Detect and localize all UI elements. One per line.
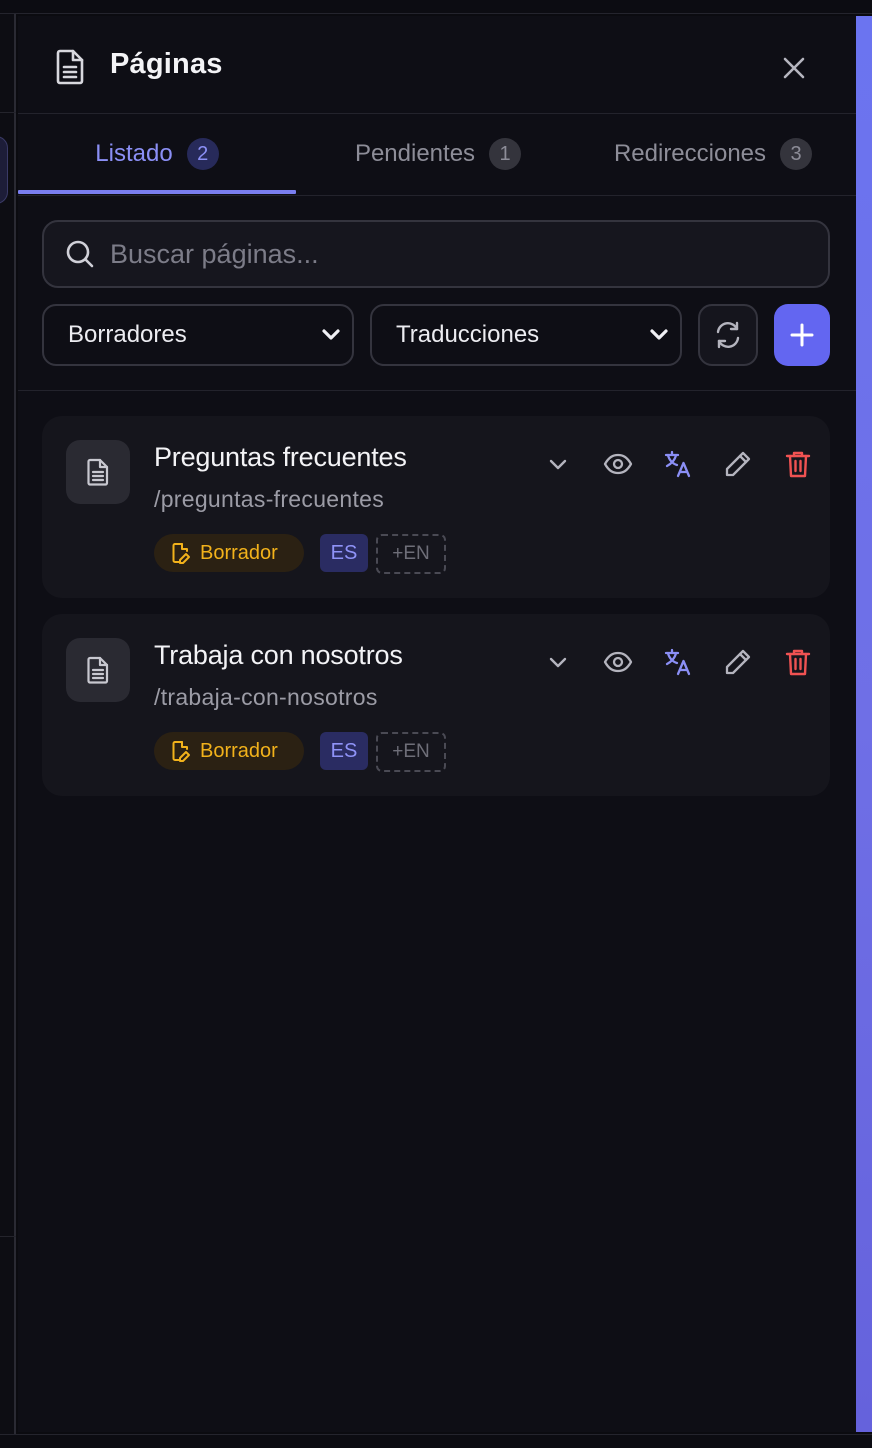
- file-text-icon: [87, 656, 109, 684]
- translate-icon: [664, 648, 691, 676]
- delete-button[interactable]: [780, 644, 816, 680]
- background-divider: [0, 1236, 16, 1237]
- preview-button[interactable]: [600, 644, 636, 680]
- translations-filter-select[interactable]: Traducciones: [370, 304, 682, 366]
- page-slug: /preguntas-frecuentes: [154, 486, 385, 512]
- page-title[interactable]: Preguntas frecuentes: [154, 442, 407, 473]
- status-label: Borrador: [200, 541, 278, 564]
- expand-button[interactable]: [540, 644, 576, 680]
- search-box: [42, 220, 830, 288]
- refresh-icon: [716, 321, 740, 349]
- trash-icon: [785, 451, 811, 478]
- add-language-en-button[interactable]: +EN: [376, 534, 446, 574]
- tab-label: Pendientes: [354, 140, 476, 167]
- translate-icon: [664, 450, 691, 478]
- section-divider: [18, 390, 856, 391]
- language-badge-es[interactable]: ES: [320, 534, 368, 572]
- chevron-down-icon: [650, 329, 668, 340]
- add-page-button[interactable]: [774, 304, 830, 366]
- add-language-en-button[interactable]: +EN: [376, 732, 446, 772]
- status-badge: Borrador: [154, 534, 304, 572]
- search-input[interactable]: [110, 238, 828, 270]
- refresh-button[interactable]: [698, 304, 758, 366]
- file-text-icon: [56, 49, 84, 85]
- pencil-icon: [725, 451, 751, 477]
- accent-strip: [856, 16, 872, 1432]
- edit-button[interactable]: [720, 446, 756, 482]
- page-card: Preguntas frecuentes /preguntas-frecuent…: [42, 416, 830, 598]
- tab-label: Redirecciones: [613, 140, 767, 167]
- chevron-down-icon: [322, 329, 340, 340]
- page-thumbnail: [66, 638, 130, 702]
- search-icon: [66, 240, 94, 268]
- page-title[interactable]: Trabaja con nosotros: [154, 640, 403, 671]
- tab-count-badge: 1: [489, 138, 522, 170]
- chevron-down-icon: [549, 459, 567, 470]
- app-top-bar: [0, 0, 872, 14]
- background-page: [0, 14, 16, 1434]
- eye-icon: [603, 453, 633, 475]
- panel-header: Páginas: [18, 16, 856, 114]
- eye-icon: [603, 651, 633, 673]
- tab-redirecciones[interactable]: Redirecciones 3: [578, 114, 848, 194]
- page-slug: /trabaja-con-nosotros: [154, 684, 378, 710]
- panel-title: Páginas: [110, 48, 223, 80]
- page-card: Trabaja con nosotros /trabaja-con-nosotr…: [42, 614, 830, 796]
- tab-pendientes[interactable]: Pendientes 1: [318, 114, 558, 194]
- background-active-item: [0, 136, 8, 204]
- file-edit-icon: [172, 543, 190, 564]
- status-badge: Borrador: [154, 732, 304, 770]
- select-value: Borradores: [68, 321, 187, 348]
- translate-button[interactable]: [660, 644, 696, 680]
- status-filter-select[interactable]: Borradores: [42, 304, 354, 366]
- language-badge-es[interactable]: ES: [320, 732, 368, 770]
- pages-panel: Páginas Listado 2 Pendientes 1 Redirecci…: [18, 16, 856, 1432]
- delete-button[interactable]: [780, 446, 816, 482]
- preview-button[interactable]: [600, 446, 636, 482]
- app-bottom-bar: [0, 1434, 872, 1448]
- tab-bar: Listado 2 Pendientes 1 Redirecciones 3: [18, 114, 856, 196]
- page-thumbnail: [66, 440, 130, 504]
- tab-count-badge: 3: [780, 138, 813, 170]
- select-value: Traducciones: [396, 321, 540, 348]
- pencil-icon: [725, 649, 751, 675]
- active-tab-indicator: [18, 190, 296, 194]
- status-label: Borrador: [200, 739, 278, 762]
- edit-button[interactable]: [720, 644, 756, 680]
- tab-listado[interactable]: Listado 2: [18, 114, 296, 194]
- close-icon[interactable]: [778, 52, 810, 84]
- file-text-icon: [87, 458, 109, 486]
- plus-icon: [790, 323, 814, 347]
- trash-icon: [785, 649, 811, 676]
- file-edit-icon: [172, 741, 190, 762]
- translate-button[interactable]: [660, 446, 696, 482]
- tab-label: Listado: [95, 140, 173, 167]
- background-divider: [0, 112, 16, 113]
- tab-count-badge: 2: [186, 138, 219, 170]
- expand-button[interactable]: [540, 446, 576, 482]
- chevron-down-icon: [549, 657, 567, 668]
